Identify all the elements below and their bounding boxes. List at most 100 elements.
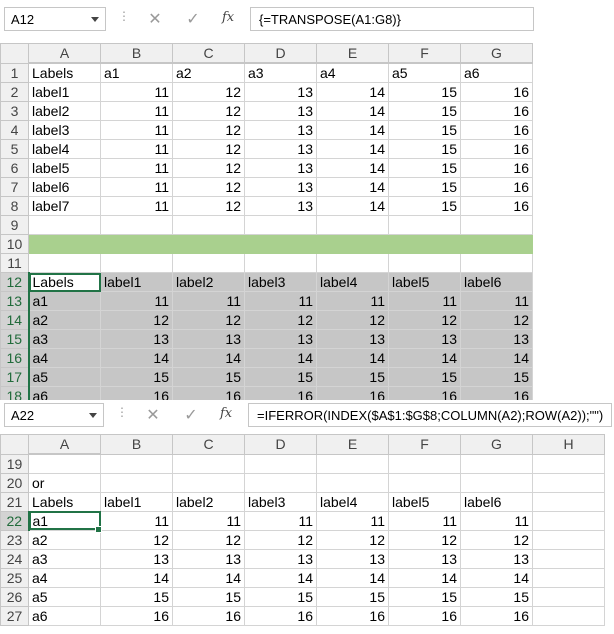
cell-f13[interactable]: 11 <box>388 291 461 311</box>
cell-c12[interactable]: label2 <box>172 272 245 292</box>
cell-g7[interactable]: 16 <box>460 177 533 197</box>
column-header-b[interactable]: B <box>100 434 173 455</box>
cell-g20[interactable] <box>460 472 533 493</box>
row-header-27[interactable]: 27 <box>0 605 29 626</box>
cell-b22[interactable]: 11 <box>100 510 173 531</box>
cell-a10[interactable] <box>28 234 101 254</box>
row-header-15[interactable]: 15 <box>0 329 30 349</box>
cell-d20[interactable] <box>244 472 317 493</box>
row-header-23[interactable]: 23 <box>0 529 29 550</box>
cell-e16[interactable]: 14 <box>316 348 389 368</box>
cell-a25[interactable]: a4 <box>28 567 101 588</box>
cell-e12[interactable]: label4 <box>316 272 389 292</box>
row-header-19[interactable]: 19 <box>0 453 29 474</box>
cell-h21[interactable] <box>532 491 605 512</box>
cell-e5[interactable]: 14 <box>316 139 389 159</box>
select-all-corner[interactable] <box>0 434 29 455</box>
column-header-g[interactable]: G <box>460 434 533 455</box>
cell-d3[interactable]: 13 <box>244 101 317 121</box>
cell-f1[interactable]: a5 <box>388 62 461 83</box>
cell-a11[interactable] <box>28 253 101 273</box>
cell-g3[interactable]: 16 <box>460 101 533 121</box>
cell-c4[interactable]: 12 <box>172 120 245 140</box>
cell-c6[interactable]: 12 <box>172 158 245 178</box>
cell-f6[interactable]: 15 <box>388 158 461 178</box>
cell-d6[interactable]: 13 <box>244 158 317 178</box>
cell-c13[interactable]: 11 <box>172 291 245 311</box>
row-header-3[interactable]: 3 <box>0 101 29 121</box>
cell-g27[interactable]: 16 <box>460 605 533 626</box>
cell-b26[interactable]: 15 <box>100 586 173 607</box>
cell-c7[interactable]: 12 <box>172 177 245 197</box>
cell-d1[interactable]: a3 <box>244 62 317 83</box>
cell-f4[interactable]: 15 <box>388 120 461 140</box>
cell-e2[interactable]: 14 <box>316 82 389 102</box>
row-header-16[interactable]: 16 <box>0 348 30 368</box>
row-header-4[interactable]: 4 <box>0 120 29 140</box>
cell-d8[interactable]: 13 <box>244 196 317 216</box>
cell-c10[interactable] <box>172 234 245 254</box>
cell-c21[interactable]: label2 <box>172 491 245 512</box>
cell-g17[interactable]: 15 <box>460 367 533 387</box>
cell-c24[interactable]: 13 <box>172 548 245 569</box>
column-header-d[interactable]: D <box>244 434 317 455</box>
cell-b2[interactable]: 11 <box>100 82 173 102</box>
cell-g21[interactable]: label6 <box>460 491 533 512</box>
cell-d25[interactable]: 14 <box>244 567 317 588</box>
cell-d10[interactable] <box>244 234 317 254</box>
row-header-13[interactable]: 13 <box>0 291 30 311</box>
cell-e10[interactable] <box>316 234 389 254</box>
column-header-a[interactable]: A <box>28 434 101 455</box>
cell-c9[interactable] <box>172 215 245 235</box>
name-box[interactable]: A12 <box>4 7 106 31</box>
cell-h20[interactable] <box>532 472 605 493</box>
cell-d14[interactable]: 12 <box>244 310 317 330</box>
cell-b20[interactable] <box>100 472 173 493</box>
cell-e1[interactable]: a4 <box>316 62 389 83</box>
cell-g5[interactable]: 16 <box>460 139 533 159</box>
cell-g10[interactable] <box>460 234 533 254</box>
column-header-f[interactable]: F <box>388 434 461 455</box>
cell-e21[interactable]: label4 <box>316 491 389 512</box>
column-header-a[interactable]: A <box>28 43 101 64</box>
cell-d2[interactable]: 13 <box>244 82 317 102</box>
cell-g16[interactable]: 14 <box>460 348 533 368</box>
cell-g22[interactable]: 11 <box>460 510 533 531</box>
cell-g2[interactable]: 16 <box>460 82 533 102</box>
chevron-down-icon[interactable] <box>91 17 99 22</box>
cell-e24[interactable]: 13 <box>316 548 389 569</box>
cell-a7[interactable]: label6 <box>28 177 101 197</box>
cell-c23[interactable]: 12 <box>172 529 245 550</box>
cell-f17[interactable]: 15 <box>388 367 461 387</box>
cell-f25[interactable]: 14 <box>388 567 461 588</box>
cell-a22[interactable]: a1 <box>28 510 101 531</box>
cell-b13[interactable]: 11 <box>100 291 173 311</box>
cell-b21[interactable]: label1 <box>100 491 173 512</box>
cell-d26[interactable]: 15 <box>244 586 317 607</box>
cell-d21[interactable]: label3 <box>244 491 317 512</box>
cell-f9[interactable] <box>388 215 461 235</box>
cell-e3[interactable]: 14 <box>316 101 389 121</box>
cell-a17[interactable]: a5 <box>28 367 101 387</box>
cell-a20[interactable]: or <box>28 472 101 493</box>
cell-g9[interactable] <box>460 215 533 235</box>
cell-d27[interactable]: 16 <box>244 605 317 626</box>
cell-d22[interactable]: 11 <box>244 510 317 531</box>
cell-e15[interactable]: 13 <box>316 329 389 349</box>
cell-f21[interactable]: label5 <box>388 491 461 512</box>
cell-e27[interactable]: 16 <box>316 605 389 626</box>
cell-a23[interactable]: a2 <box>28 529 101 550</box>
cell-g1[interactable]: a6 <box>460 62 533 83</box>
cell-f27[interactable]: 16 <box>388 605 461 626</box>
cell-d7[interactable]: 13 <box>244 177 317 197</box>
cell-e9[interactable] <box>316 215 389 235</box>
formula-input[interactable]: =IFERROR(INDEX($A$1:$G$8;COLUMN(A2);ROW(… <box>248 403 612 427</box>
cell-g24[interactable]: 13 <box>460 548 533 569</box>
cell-b4[interactable]: 11 <box>100 120 173 140</box>
cell-f24[interactable]: 13 <box>388 548 461 569</box>
cell-a2[interactable]: label1 <box>28 82 101 102</box>
cell-a21[interactable]: Labels <box>28 491 101 512</box>
row-header-5[interactable]: 5 <box>0 139 29 159</box>
cell-f3[interactable]: 15 <box>388 101 461 121</box>
cell-d17[interactable]: 15 <box>244 367 317 387</box>
